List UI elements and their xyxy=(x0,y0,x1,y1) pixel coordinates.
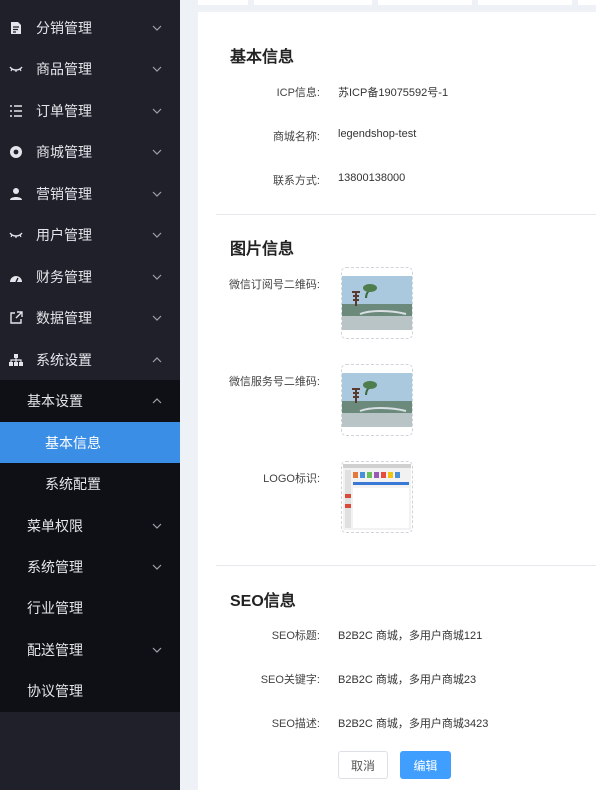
sidebar-item-label: 菜单权限 xyxy=(27,517,83,534)
wechat-subscription-qr-label: 微信订阅号二维码: xyxy=(228,279,320,291)
section-title-seo: SEO信息 xyxy=(230,593,296,610)
sidebar-item-label: 营销管理 xyxy=(36,185,92,202)
shop-name-label: 商城名称: xyxy=(272,131,320,143)
sidebar-item-basic-settings[interactable]: 基本设置 xyxy=(0,380,180,421)
sidebar-item-label: 系统管理 xyxy=(27,558,83,575)
compass-icon xyxy=(8,144,24,160)
landscape-photo-icon xyxy=(342,276,412,330)
tab-strip xyxy=(198,0,596,5)
seo-keywords-value: B2B2C 商城，多用户商城23 xyxy=(338,674,477,686)
document-edit-icon xyxy=(8,20,24,36)
eye-closed-icon xyxy=(8,227,24,243)
divider xyxy=(216,565,596,566)
sidebar-item-label: 财务管理 xyxy=(36,268,92,285)
sidebar-item-delivery-management[interactable]: 配送管理 xyxy=(0,629,180,670)
chevron-down-icon xyxy=(152,521,162,531)
chevron-down-icon xyxy=(152,562,162,572)
chevron-down-icon xyxy=(152,645,162,655)
wechat-subscription-qr-image[interactable] xyxy=(341,267,413,339)
sitemap-icon xyxy=(8,352,24,368)
icp-label: ICP信息: xyxy=(276,87,320,99)
contact-label: 联系方式: xyxy=(272,175,320,187)
tab-stub[interactable] xyxy=(578,0,596,5)
screenshot-thumbnail-icon xyxy=(343,464,411,530)
sidebar-item-orders[interactable]: 订单管理 xyxy=(0,90,180,131)
chevron-down-icon xyxy=(152,189,162,199)
seo-title-label: SEO标题: xyxy=(271,630,320,642)
seo-title-value: B2B2C 商城，多用户商城121 xyxy=(338,630,483,642)
eye-closed-icon xyxy=(8,61,24,77)
sidebar-item-label: 行业管理 xyxy=(27,599,83,616)
sidebar-item-industry-management[interactable]: 行业管理 xyxy=(0,587,180,628)
list-icon xyxy=(8,103,24,119)
cancel-button[interactable]: 取消 xyxy=(338,751,388,779)
sidebar-item-users[interactable]: 用户管理 xyxy=(0,214,180,255)
seo-description-value: B2B2C 商城，多用户商城3423 xyxy=(338,718,489,730)
sidebar-item-products[interactable]: 商品管理 xyxy=(0,48,180,89)
sidebar-item-label: 系统配置 xyxy=(45,475,101,492)
sidebar-item-label: 用户管理 xyxy=(36,226,92,243)
icp-value: 苏ICP备19075592号-1 xyxy=(338,87,449,99)
user-icon xyxy=(8,186,24,202)
chevron-down-icon xyxy=(152,23,162,33)
tab-stub[interactable] xyxy=(478,0,572,5)
tab-stub[interactable] xyxy=(254,0,372,5)
divider xyxy=(216,214,596,215)
sidebar-item-data[interactable]: 数据管理 xyxy=(0,297,180,338)
shop-name-value: legendshop-test xyxy=(338,128,417,140)
wechat-service-qr-label: 微信服务号二维码: xyxy=(228,376,320,388)
sidebar-item-system-settings[interactable]: 系统设置 xyxy=(0,339,180,380)
chevron-down-icon xyxy=(152,313,162,323)
seo-description-label: SEO描述: xyxy=(271,718,320,730)
sidebar-item-label: 配送管理 xyxy=(27,641,83,658)
dashboard-icon xyxy=(8,269,24,285)
contact-value: 13800138000 xyxy=(338,172,406,184)
logo-image[interactable] xyxy=(341,461,413,533)
sidebar-item-label: 商品管理 xyxy=(36,60,92,77)
sidebar-item-label: 分销管理 xyxy=(36,19,92,36)
edit-button[interactable]: 编辑 xyxy=(400,751,451,779)
sidebar-item-distribution[interactable]: 分销管理 xyxy=(0,7,180,48)
sidebar-item-mall[interactable]: 商城管理 xyxy=(0,131,180,172)
sidebar-item-finance[interactable]: 财务管理 xyxy=(0,256,180,297)
section-title-basic: 基本信息 xyxy=(230,49,295,66)
sidebar-item-marketing[interactable]: 营销管理 xyxy=(0,173,180,214)
external-link-icon xyxy=(8,310,24,326)
chevron-down-icon xyxy=(152,147,162,157)
chevron-down-icon xyxy=(152,272,162,282)
section-title-images: 图片信息 xyxy=(230,241,295,258)
sidebar-item-label: 协议管理 xyxy=(27,682,83,699)
chevron-up-icon xyxy=(152,396,162,406)
sidebar: 分销管理 商品管理 订单管理 商城管理 营销管理 用户管理 财务管理 数据管理 … xyxy=(0,0,180,790)
chevron-down-icon xyxy=(152,64,162,74)
sidebar-item-system-config[interactable]: 系统配置 xyxy=(0,463,180,504)
chevron-up-icon xyxy=(152,355,162,365)
tab-stub[interactable] xyxy=(198,0,248,5)
sidebar-item-label: 商城管理 xyxy=(36,143,92,160)
sidebar-item-agreement-management[interactable]: 协议管理 xyxy=(0,670,180,711)
tab-stub[interactable] xyxy=(378,0,472,5)
sidebar-item-label: 系统设置 xyxy=(36,351,92,368)
sidebar-item-menu-permission[interactable]: 菜单权限 xyxy=(0,505,180,546)
chevron-down-icon xyxy=(152,230,162,240)
sidebar-item-label: 基本信息 xyxy=(45,434,101,451)
sidebar-item-label: 数据管理 xyxy=(36,309,92,326)
logo-label: LOGO标识: xyxy=(263,473,320,485)
content-panel: 基本信息 ICP信息: 苏ICP备19075592号-1 商城名称: legen… xyxy=(198,12,596,790)
chevron-down-icon xyxy=(152,106,162,116)
sidebar-item-system-management[interactable]: 系统管理 xyxy=(0,546,180,587)
seo-keywords-label: SEO关键字: xyxy=(260,674,320,686)
sidebar-item-label: 基本设置 xyxy=(27,392,83,409)
landscape-photo-icon xyxy=(342,373,412,427)
sidebar-item-label: 订单管理 xyxy=(36,102,92,119)
sidebar-item-basic-info[interactable]: 基本信息 xyxy=(0,422,180,463)
wechat-service-qr-image[interactable] xyxy=(341,364,413,436)
